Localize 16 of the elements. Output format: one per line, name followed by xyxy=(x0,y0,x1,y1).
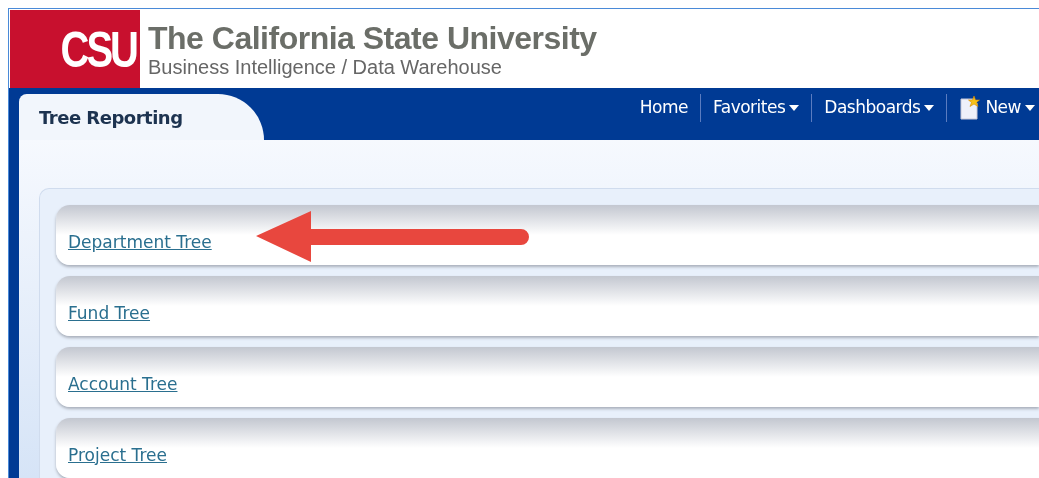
nav-menu[interactable]: New xyxy=(959,95,1035,121)
caret-icon xyxy=(789,105,800,111)
tree-link[interactable]: Fund Tree xyxy=(68,300,150,326)
nav-menu[interactable]: Favorites xyxy=(713,95,800,121)
tree-link[interactable]: Project Tree xyxy=(68,442,167,468)
tree-link[interactable]: Department Tree xyxy=(68,229,212,255)
new-document-icon xyxy=(959,96,982,120)
logo: CSU xyxy=(60,20,136,79)
caret-icon xyxy=(924,105,935,111)
site-title: The California State University xyxy=(148,19,597,56)
tree-link[interactable]: Account Tree xyxy=(68,371,178,397)
tab[interactable]: Tree Reporting xyxy=(19,94,264,140)
caret-icon xyxy=(1025,105,1035,111)
nav-link[interactable]: Home xyxy=(639,95,688,121)
site-subtitle: Business Intelligence / Data Warehouse xyxy=(148,55,502,78)
nav-menu[interactable]: Dashboards xyxy=(824,95,935,121)
